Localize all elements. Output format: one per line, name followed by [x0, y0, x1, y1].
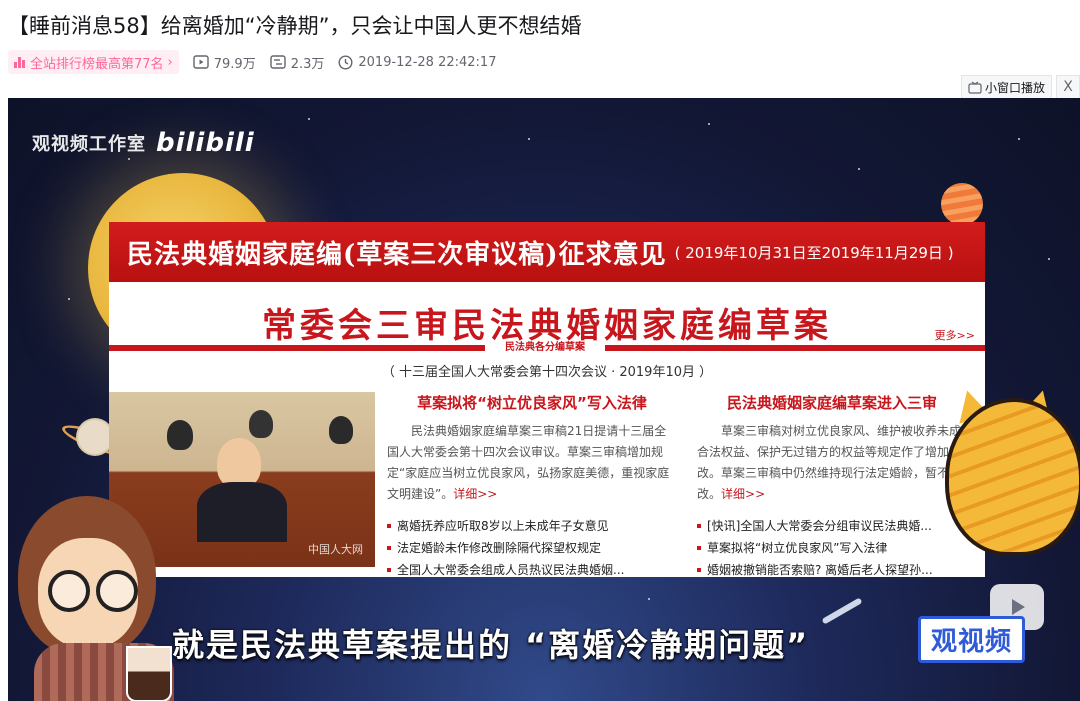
view-count-value: 79.9万: [213, 56, 256, 72]
list-item: 离婚抚养应听取8岁以上未成年子女意见: [387, 515, 677, 537]
mini-window-button[interactable]: 小窗口播放: [960, 75, 1052, 99]
publish-time-value: 2019-12-28 22:42:17: [358, 54, 497, 70]
article2-detail-link: 详细>>: [721, 487, 766, 501]
video-player[interactable]: 观视频工作室 bilibili 民法典婚姻家庭编(草案三次审议稿)征求意见 ( …: [8, 98, 1080, 701]
orange-planet-illustration: [941, 183, 983, 225]
news-webpage-card: 民法典婚姻家庭编(草案三次审议稿)征求意见 ( 2019年10月31日至2019…: [109, 222, 985, 577]
pen-icon: [821, 597, 863, 625]
session-line: （ 十三届全国人大常委会第十四次会议 · 2019年10月 ）: [381, 365, 713, 380]
cartoon-cat: [945, 398, 1080, 556]
list-item: [快讯]全国人大常委会分组审议民法典婚...: [697, 515, 985, 537]
article2-title: 民法典婚姻家庭编草案进入三审: [727, 394, 938, 412]
glasses-left-icon: [48, 570, 90, 612]
rank-label: 全站排行榜最高第77名: [30, 56, 164, 72]
article1-body: 民法典婚姻家庭编草案三审稿21日提请十三届全国人大常委会第十四次会议审议。草案三…: [387, 421, 677, 505]
rank-badge[interactable]: 全站排行榜最高第77名 ›: [8, 50, 179, 74]
studio-watermark: 观视频工作室 bilibili: [32, 128, 255, 158]
bubble-tea-icon: [126, 646, 172, 701]
chevron-right-icon: ›: [167, 54, 173, 70]
video-title: 【睡前消息58】给离婚加“冷静期”，只会让中国人更不想结婚: [8, 14, 582, 38]
tv-icon: [968, 81, 982, 94]
banner-dates: ( 2019年10月31日至2019年11月29日 ): [674, 243, 954, 262]
ranking-icon: [14, 56, 25, 68]
article1-detail-link: 详细>>: [453, 487, 498, 501]
list-item: 全国人大常委会组成人员热议民法典婚姻...: [387, 559, 677, 581]
article1-title: 草案拟将“树立优良家风”写入法律: [417, 394, 647, 412]
publish-time: 2019-12-28 22:42:17: [338, 55, 496, 70]
list-item: 婚姻被撤销能否索赔? 离婚后老人探望孙...: [697, 559, 985, 581]
article1-links: 离婚抚养应听取8岁以上未成年子女意见 法定婚龄未作修改删除隔代探望权规定 全国人…: [387, 515, 677, 581]
danmaku-icon: [270, 55, 286, 69]
video-meta-bar: 全站排行榜最高第77名 › 79.9万 2.3万 2019-12-28 22:4…: [8, 50, 510, 74]
article-column-2: 民法典婚姻家庭编草案进入三审 草案三审稿对树立优良家风、维护被收养未成年人合法权…: [697, 392, 985, 581]
play-count-icon: [193, 55, 209, 69]
list-item: 法定婚龄未作修改删除隔代探望权规定: [387, 537, 677, 559]
banner-main: 民法典婚姻家庭编(草案三次审议稿)征求意见: [127, 239, 667, 270]
card-banner: 民法典婚姻家庭编(草案三次审议稿)征求意见 ( 2019年10月31日至2019…: [109, 222, 985, 282]
guanshipin-logo: 观视频: [918, 616, 1026, 663]
article-column-1: 草案拟将“树立优良家风”写入法律 民法典婚姻家庭编草案三审稿21日提请十三届全国…: [387, 392, 677, 581]
clock-icon: [338, 54, 353, 70]
article1-body-text: 民法典婚姻家庭编草案三审稿21日提请十三届全国人大常委会第十四次会议审议。草案三…: [387, 424, 670, 501]
list-item: 草案拟将“树立优良家风”写入法律: [697, 537, 985, 559]
photo-caption: 中国人大网: [308, 543, 363, 556]
article2-links: [快讯]全国人大常委会分组审议民法典婚... 草案拟将“树立优良家风”写入法律 …: [697, 515, 985, 581]
video-subtitle: 就是民法典草案提出的 “离婚冷静期问题”: [172, 626, 810, 664]
danmaku-count: 2.3万: [270, 53, 325, 72]
sub-tag: 民法典各分编草案: [485, 341, 605, 355]
article2-body: 草案三审稿对树立优良家风、维护被收养未成年人合法权益、保护无过错方的权益等规定作…: [697, 421, 985, 505]
ringed-planet-illustration: [78, 420, 112, 454]
watermark-studio: 观视频工作室: [32, 134, 146, 155]
glasses-right-icon: [96, 570, 138, 612]
bilibili-logo: bilibili: [156, 128, 255, 158]
more-link: 更多>>: [934, 329, 975, 342]
mini-window-label: 小窗口播放: [984, 80, 1045, 95]
danmaku-count-value: 2.3万: [290, 56, 325, 72]
view-count: 79.9万: [193, 53, 256, 72]
card-headline: 常委会三审民法典婚姻家庭编草案: [262, 306, 832, 346]
close-mini-button[interactable]: X: [1056, 75, 1080, 99]
